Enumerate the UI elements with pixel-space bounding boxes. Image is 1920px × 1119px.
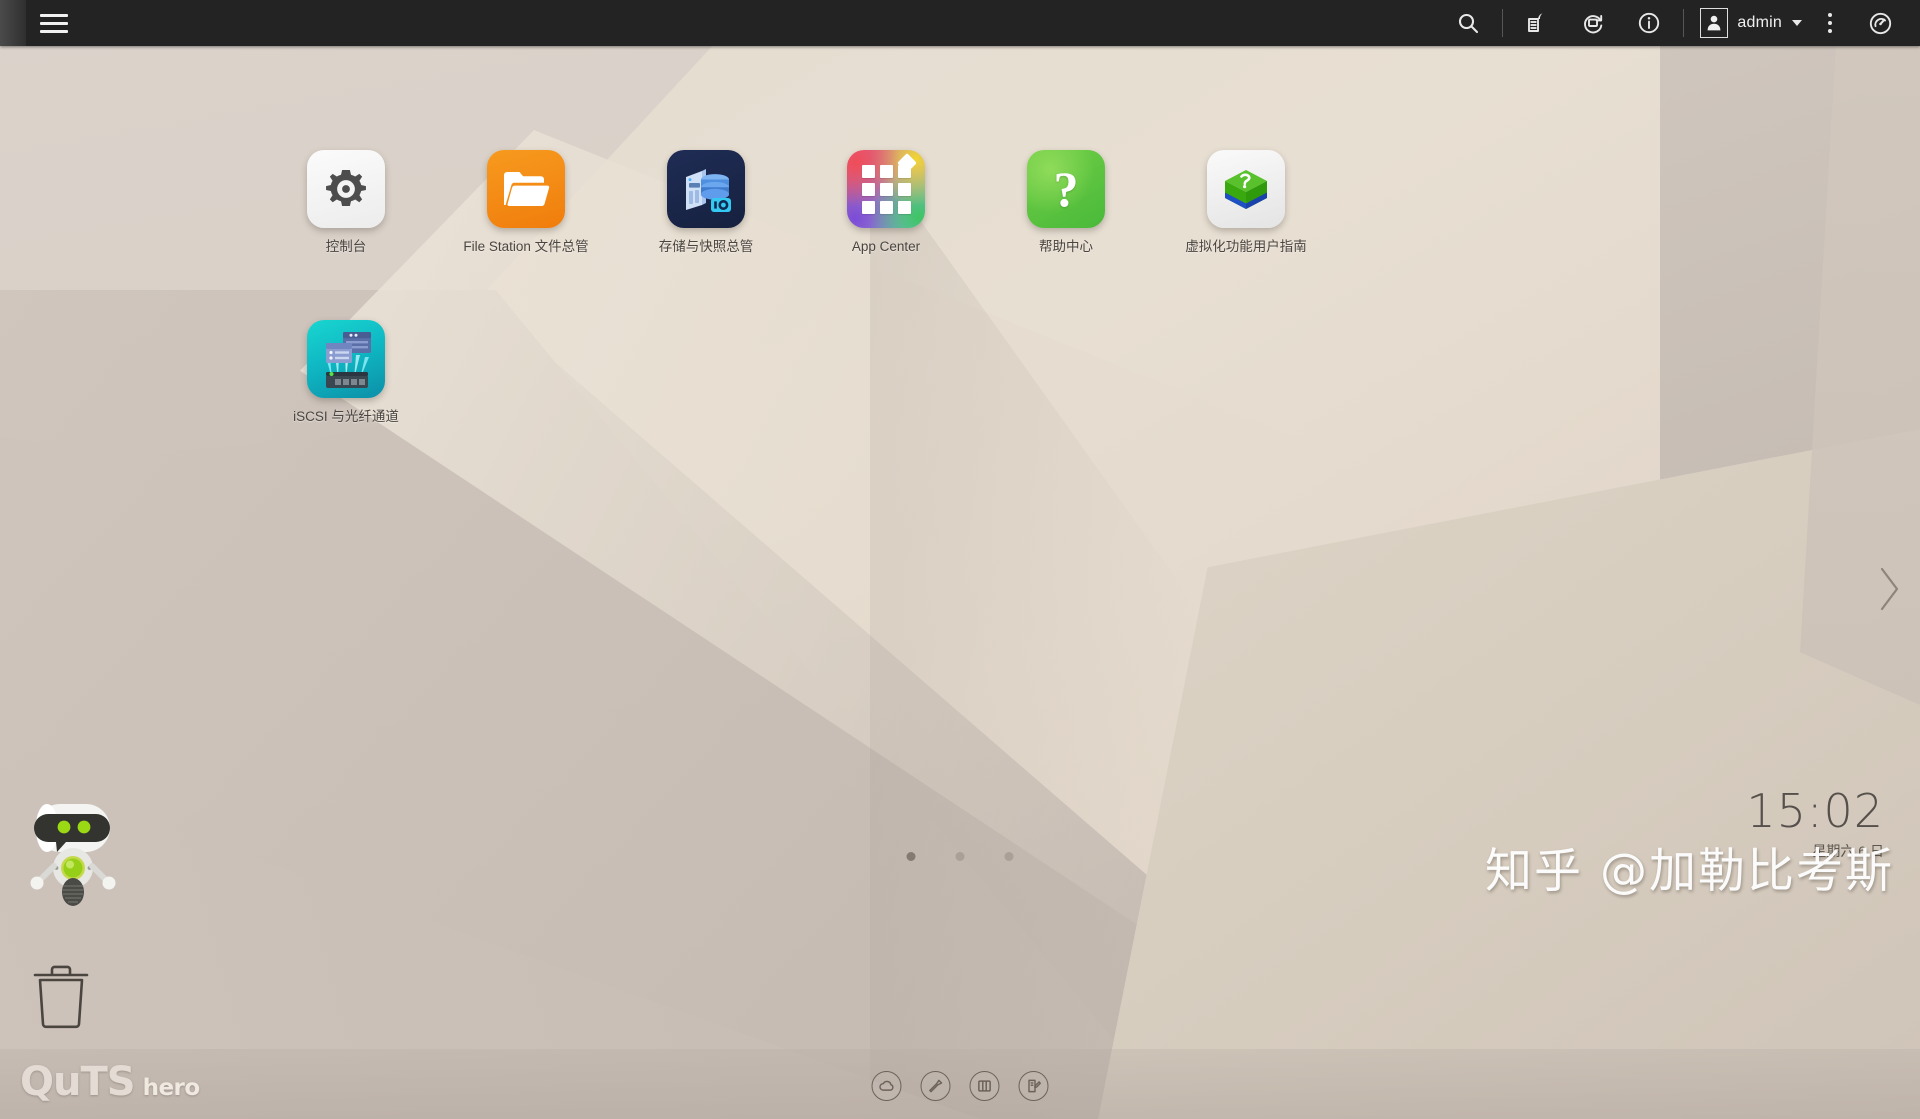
- page-dot-1[interactable]: [906, 852, 916, 861]
- notification-info-icon[interactable]: [1621, 0, 1677, 46]
- hamburger-menu-icon[interactable]: [26, 0, 82, 46]
- desktop-icon-app-center[interactable]: App Center: [796, 150, 976, 320]
- chevron-right-icon[interactable]: [1872, 560, 1906, 618]
- control-panel-icon: [307, 150, 385, 228]
- desktop-icon-storage-snapshots[interactable]: 存储与快照总管: [616, 150, 796, 320]
- desktop-icon-iscsi-fibre-channel[interactable]: iSCSI 与光纤通道: [256, 320, 436, 490]
- chevron-down-icon: [1792, 20, 1802, 26]
- dashboard-gauge-icon[interactable]: [1852, 0, 1908, 46]
- desktop-icon-label: File Station 文件总管: [463, 239, 589, 254]
- clock-date: 星期六 6 日: [1812, 843, 1884, 859]
- grid-cell: [879, 164, 893, 178]
- grid-cell: [861, 182, 875, 196]
- helpdesk-tool-icon[interactable]: [920, 1071, 951, 1101]
- hamburger-bar: [40, 13, 68, 17]
- iscsi-fibre-channel-icon: [307, 320, 385, 398]
- grid-cell: [861, 200, 875, 214]
- brand-secondary-text: hero: [142, 1075, 201, 1101]
- topbar-divider: [1683, 9, 1685, 37]
- grid-cell: [879, 182, 893, 196]
- desktop-clock: 15:02 星期六 6 日: [1746, 788, 1884, 861]
- topbar-divider: [1502, 9, 1504, 37]
- username-label: admin: [1737, 14, 1782, 31]
- desktop-icon-label: iSCSI 与光纤通道: [293, 409, 399, 424]
- dashboard-panel-icon[interactable]: [969, 1071, 1000, 1101]
- grid-cell: [861, 164, 875, 178]
- desktop-root: admin 控制台 File Station 文件总管 存储与快照总管 App …: [0, 0, 1920, 1119]
- more-vertical-icon[interactable]: [1808, 0, 1852, 46]
- desktop-icon-label: 虚拟化功能用户指南: [1185, 239, 1307, 254]
- topbar-left-edge: [0, 0, 26, 46]
- user-menu[interactable]: admin: [1690, 8, 1808, 38]
- desktop-dock: [871, 1071, 1049, 1101]
- notes-station-icon[interactable]: [1018, 1071, 1049, 1101]
- desktop-icon-label: 帮助中心: [1039, 239, 1093, 254]
- desktop-icon-label: 控制台: [325, 239, 367, 254]
- desktop-icon-help-center[interactable]: ? 帮助中心: [976, 150, 1156, 320]
- search-icon[interactable]: [1440, 0, 1496, 46]
- user-avatar-icon: [1700, 8, 1729, 38]
- grid-cell: [897, 200, 911, 214]
- app-center-grid-glyph: [861, 152, 917, 214]
- cloud-link-icon[interactable]: [871, 1071, 902, 1101]
- desktop-icon-grid: 控制台 File Station 文件总管 存储与快照总管 App Center…: [256, 150, 1476, 490]
- grid-cell: [897, 182, 911, 196]
- hamburger-bar: [40, 21, 68, 25]
- brand-primary-text: QuTS: [20, 1059, 136, 1105]
- resource-monitor-icon[interactable]: [1509, 0, 1565, 46]
- kebab-dot: [1828, 21, 1832, 25]
- kebab-dot: [1828, 13, 1832, 17]
- desktop-icon-file-station[interactable]: File Station 文件总管: [436, 150, 616, 320]
- desktop-icon-label: 存储与快照总管: [658, 239, 754, 254]
- desktop-icon-control-panel[interactable]: 控制台: [256, 150, 436, 320]
- page-dot-2[interactable]: [955, 852, 965, 861]
- desktop-page-indicator: [906, 852, 1014, 861]
- background-tasks-icon[interactable]: [1565, 0, 1621, 46]
- hamburger-bar: [40, 29, 68, 33]
- help-center-icon: ?: [1027, 150, 1105, 228]
- top-navigation-bar: admin: [0, 0, 1920, 46]
- desktop-icon-virtualization-guide[interactable]: 虚拟化功能用户指南: [1156, 150, 1336, 320]
- virtualization-guide-icon: [1207, 150, 1285, 228]
- desktop-icon-label: App Center: [851, 239, 921, 254]
- recycle-bin-trash-icon[interactable]: [30, 960, 92, 1032]
- quts-hero-brand-logo: QuTS hero: [20, 1059, 200, 1105]
- qboost-chatbot-robot-icon[interactable]: [20, 800, 130, 915]
- storage-snapshots-icon: [667, 150, 745, 228]
- question-mark-glyph: ?: [1053, 161, 1079, 217]
- kebab-dot: [1828, 29, 1832, 33]
- file-station-icon: [487, 150, 565, 228]
- grid-cell: [879, 200, 893, 214]
- app-center-icon: [847, 150, 925, 228]
- page-dot-3[interactable]: [1004, 852, 1014, 861]
- clock-time: 15:02: [1746, 784, 1884, 838]
